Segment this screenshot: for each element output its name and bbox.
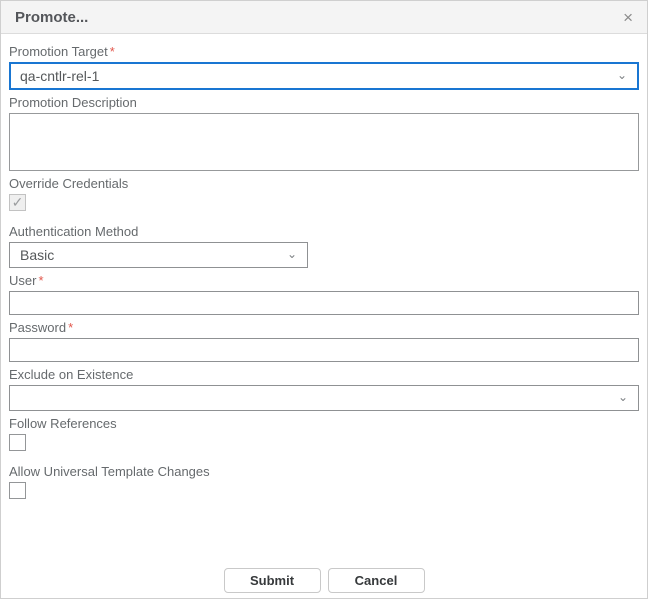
password-label-text: Password [9, 320, 66, 335]
user-label: User* [9, 273, 639, 288]
override-credentials-group: Override Credentials ✓ [9, 176, 639, 211]
allow-universal-template-changes-label-text: Allow Universal Template Changes [9, 464, 210, 479]
exclude-on-existence-select[interactable]: ⌄ [9, 385, 639, 411]
authentication-method-label-text: Authentication Method [9, 224, 138, 239]
exclude-on-existence-group: Exclude on Existence ⌄ [9, 367, 639, 411]
required-asterisk: * [110, 44, 115, 59]
cancel-button[interactable]: Cancel [328, 568, 425, 593]
password-input[interactable] [9, 338, 639, 362]
exclude-on-existence-label-text: Exclude on Existence [9, 367, 133, 382]
close-icon[interactable]: × [623, 9, 633, 26]
promotion-description-label-text: Promotion Description [9, 95, 137, 110]
chevron-down-icon: ⌄ [618, 391, 628, 403]
promotion-target-select[interactable]: qa-cntlr-rel-1 ⌄ [9, 62, 639, 90]
override-credentials-label: Override Credentials [9, 176, 639, 191]
follow-references-checkbox[interactable] [9, 434, 26, 451]
authentication-method-value: Basic [20, 247, 54, 263]
promotion-target-label-text: Promotion Target [9, 44, 108, 59]
dialog-header: Promote... × [1, 1, 647, 34]
chevron-down-icon: ⌄ [287, 248, 297, 260]
user-label-text: User [9, 273, 36, 288]
follow-references-label: Follow References [9, 416, 639, 431]
authentication-method-select[interactable]: Basic ⌄ [9, 242, 308, 268]
authentication-method-group: Authentication Method Basic ⌄ [9, 224, 639, 268]
override-credentials-label-text: Override Credentials [9, 176, 128, 191]
override-credentials-checkbox[interactable]: ✓ [9, 194, 26, 211]
promotion-description-textarea[interactable] [9, 113, 639, 171]
user-group: User* [9, 273, 639, 315]
authentication-method-label: Authentication Method [9, 224, 639, 239]
user-input[interactable] [9, 291, 639, 315]
dialog-footer: Submit Cancel [1, 568, 647, 593]
follow-references-group: Follow References [9, 416, 639, 451]
allow-universal-template-changes-group: Allow Universal Template Changes [9, 464, 639, 499]
promotion-target-value: qa-cntlr-rel-1 [20, 68, 99, 84]
submit-button[interactable]: Submit [224, 568, 321, 593]
promotion-description-label: Promotion Description [9, 95, 639, 110]
check-icon: ✓ [12, 195, 24, 209]
allow-universal-template-changes-checkbox[interactable] [9, 482, 26, 499]
promote-dialog: Promote... × Promotion Target* qa-cntlr-… [0, 0, 648, 599]
promotion-target-group: Promotion Target* qa-cntlr-rel-1 ⌄ [9, 44, 639, 90]
required-asterisk: * [38, 273, 43, 288]
password-label: Password* [9, 320, 639, 335]
password-group: Password* [9, 320, 639, 362]
dialog-title: Promote... [15, 9, 88, 26]
required-asterisk: * [68, 320, 73, 335]
promotion-description-group: Promotion Description [9, 95, 639, 171]
chevron-down-icon: ⌄ [617, 69, 627, 81]
dialog-body: Promotion Target* qa-cntlr-rel-1 ⌄ Promo… [1, 34, 647, 499]
allow-universal-template-changes-label: Allow Universal Template Changes [9, 464, 639, 479]
promotion-target-label: Promotion Target* [9, 44, 639, 59]
follow-references-label-text: Follow References [9, 416, 117, 431]
exclude-on-existence-label: Exclude on Existence [9, 367, 639, 382]
